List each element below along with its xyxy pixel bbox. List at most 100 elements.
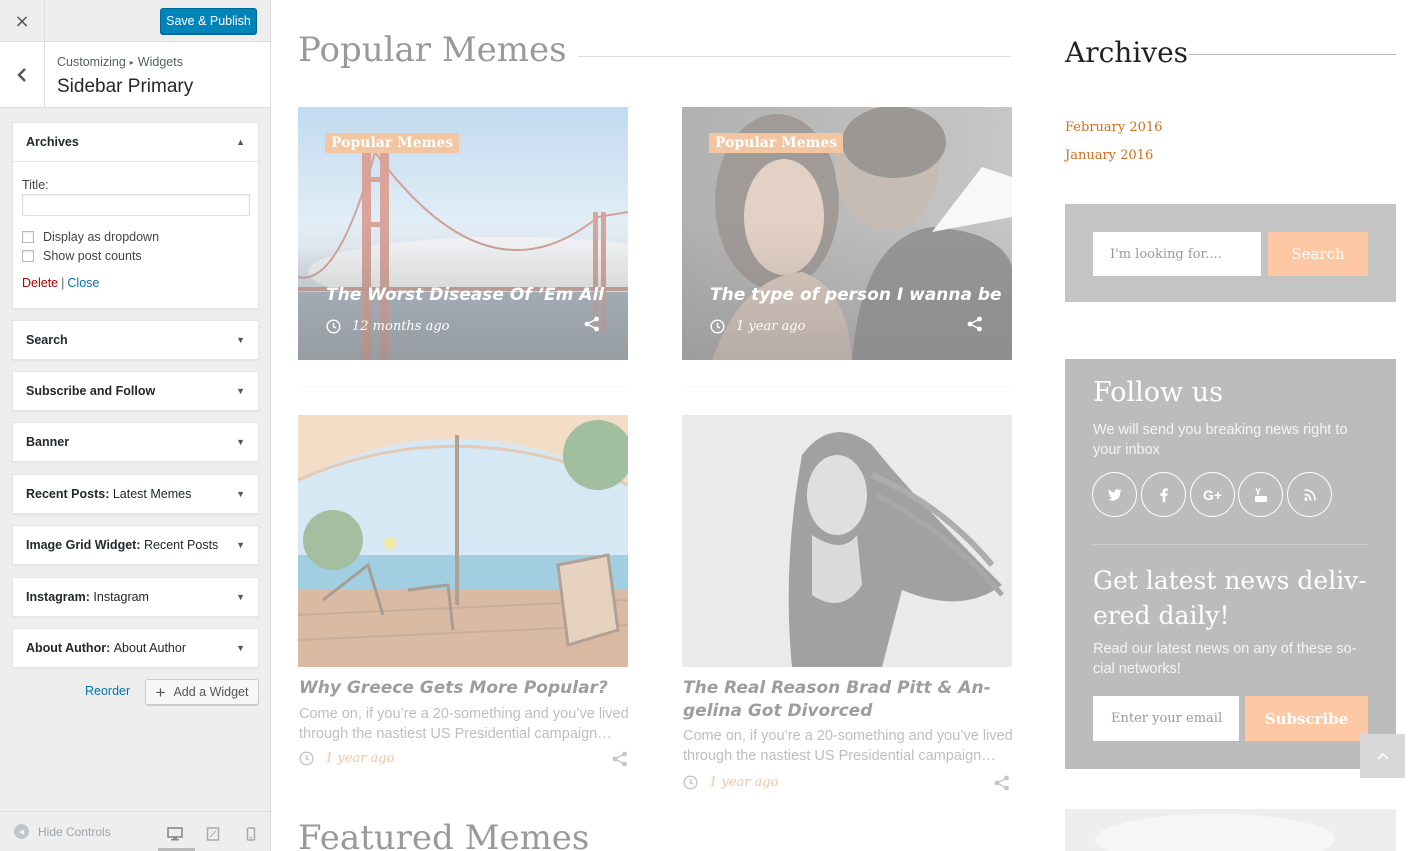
subscribe-follow-widget: Follow us We will send you breaking news… (1065, 359, 1396, 769)
rss-button[interactable] (1287, 472, 1332, 517)
action-separator: | (61, 276, 65, 290)
archives-heading: Archives (1065, 36, 1189, 69)
preview-tablet-button[interactable] (201, 822, 225, 846)
follow-divider (1093, 544, 1368, 545)
preview-mobile-button[interactable] (239, 822, 263, 846)
woman-image (682, 415, 1012, 667)
post-image-beach[interactable] (298, 415, 628, 667)
tablet-icon (206, 827, 220, 841)
widget-header[interactable]: Archives ▲ (13, 123, 258, 161)
post-date: 1 year ago (683, 775, 778, 790)
widget-subscribe-follow[interactable]: Subscribe and Follow ▼ (12, 371, 259, 411)
rss-icon (1303, 488, 1316, 501)
heading-rule (1189, 54, 1396, 55)
arrow-down-icon: ▼ (236, 540, 245, 550)
archive-link[interactable]: February 2016 (1065, 120, 1162, 135)
twitter-button[interactable] (1092, 472, 1137, 517)
newsletter-heading: Get latest news deliv- ered daily! (1093, 563, 1383, 633)
post-image-woman[interactable] (682, 415, 1012, 667)
subscribe-button[interactable]: Subscribe (1245, 696, 1368, 741)
customizer-panel: × Save & Publish Customizing ▸ Widgets Sid… (0, 0, 271, 851)
post-excerpt: Come on, if you’re a 20-something and yo… (683, 726, 1013, 766)
post-date: 1 year ago (710, 319, 805, 334)
section-header: Customizing ▸ Widgets Sidebar Primary (0, 42, 270, 108)
follow-text: We will send you breaking news right to … (1093, 420, 1368, 460)
clock-icon (710, 319, 725, 334)
reorder-link[interactable]: Reorder (85, 684, 130, 698)
widget-instagram[interactable]: Instagram: Instagram ▼ (12, 577, 259, 617)
preview-desktop-button[interactable] (163, 822, 187, 846)
facebook-button[interactable] (1141, 472, 1186, 517)
youtube-icon (1254, 487, 1267, 502)
widget-header[interactable]: About Author: About Author ▼ (13, 629, 258, 667)
search-input[interactable]: I'm looking for.... (1093, 232, 1261, 276)
follow-text-line: We will send you breaking news right to (1093, 422, 1348, 438)
post-title[interactable]: The type of person I wanna be (710, 285, 1002, 305)
close-icon: × (14, 10, 30, 32)
post-time: 1 year ago (325, 751, 395, 766)
collapse-icon: ◀ (14, 824, 29, 839)
youtube-button[interactable] (1238, 472, 1283, 517)
post-card-bridge[interactable]: Popular Memes The Worst Disease Of ’Em A… (298, 107, 628, 360)
post-card-couple[interactable]: Popular Memes The type of person I wanna… (682, 107, 1012, 360)
archive-link[interactable]: January 2016 (1065, 148, 1153, 163)
post-category-tag[interactable]: Popular Memes (325, 133, 460, 153)
back-button[interactable] (0, 42, 45, 108)
email-input[interactable]: Enter your email (1093, 696, 1239, 741)
widget-header[interactable]: Banner ▼ (13, 423, 258, 461)
widget-header[interactable]: Recent Posts: Latest Memes ▼ (13, 475, 258, 513)
post-title[interactable]: The Worst Disease Of ’Em All (326, 285, 604, 305)
widget-recent-posts[interactable]: Recent Posts: Latest Memes ▼ (12, 474, 259, 514)
back-to-top-button[interactable] (1360, 734, 1405, 778)
post-counts-checkbox[interactable] (22, 249, 34, 262)
widget-image-grid[interactable]: Image Grid Widget: Recent Posts ▼ (12, 525, 259, 565)
widget-about-author[interactable]: About Author: About Author ▼ (12, 628, 259, 668)
popular-memes-heading: Popular Memes (298, 30, 567, 70)
display-dropdown-checkbox[interactable] (22, 230, 34, 243)
widget-header[interactable]: Search ▼ (13, 321, 258, 359)
share-icon[interactable] (584, 316, 600, 332)
widget-header[interactable]: Image Grid Widget: Recent Posts ▼ (13, 526, 258, 564)
breadcrumb-separator: ▸ (129, 58, 134, 67)
widget-subtitle: Latest Memes (112, 487, 192, 501)
close-customizer-button[interactable]: × (0, 0, 45, 42)
plus-icon: + (155, 682, 166, 702)
post-category-tag[interactable]: Popular Memes (709, 133, 844, 153)
post-date: 12 months ago (326, 319, 450, 334)
widget-header[interactable]: Instagram: Instagram ▼ (13, 578, 258, 616)
twitter-icon (1107, 488, 1121, 501)
site-preview: Popular Memes Popular Memes The Worst Di… (272, 0, 1419, 851)
widget-title: Search (26, 333, 68, 347)
widget-actions: Delete | Close (22, 276, 249, 290)
row-divider (682, 386, 1012, 387)
widget-search[interactable]: Search ▼ (12, 320, 259, 360)
search-button[interactable]: Search (1268, 232, 1368, 276)
delete-link[interactable]: Delete (22, 276, 58, 290)
post-title[interactable]: The Real Reason Brad Pitt & An- gelina G… (683, 677, 991, 723)
save-publish-button[interactable]: Save & Publish (160, 8, 257, 34)
newsletter-text-line: cial networks! (1093, 661, 1181, 677)
arrow-down-icon: ▼ (236, 489, 245, 499)
title-input[interactable] (22, 194, 250, 216)
widget-title: Banner (26, 435, 70, 449)
display-dropdown-option[interactable]: Display as dropdown (22, 230, 249, 244)
close-link[interactable]: Close (67, 276, 99, 290)
share-icon[interactable] (612, 751, 628, 767)
hide-controls-button[interactable]: ◀ Hide Controls (14, 824, 111, 839)
add-widget-button[interactable]: + Add a Widget (145, 679, 259, 705)
share-icon[interactable] (967, 316, 983, 332)
post-title[interactable]: Why Greece Gets More Popular? (299, 677, 608, 700)
google-plus-button[interactable]: G+ (1190, 472, 1235, 517)
post-counts-label: Show post counts (43, 248, 142, 263)
widget-banner[interactable]: Banner ▼ (12, 422, 259, 462)
post-time: 1 year ago (709, 775, 779, 790)
widget-archives: Archives ▲ Title: Display as dropdown Sh… (12, 122, 259, 309)
newsletter-text: Read our latest news on any of these so-… (1093, 639, 1373, 679)
hide-controls-label: Hide Controls (38, 824, 111, 839)
post-time: 1 year ago (736, 319, 806, 334)
post-title-line: The Real Reason Brad Pitt & An- (683, 678, 991, 698)
post-counts-option[interactable]: Show post counts (22, 248, 249, 263)
widget-subtitle: Instagram (93, 590, 149, 604)
share-icon[interactable] (994, 775, 1010, 791)
widget-header[interactable]: Subscribe and Follow ▼ (13, 372, 258, 410)
